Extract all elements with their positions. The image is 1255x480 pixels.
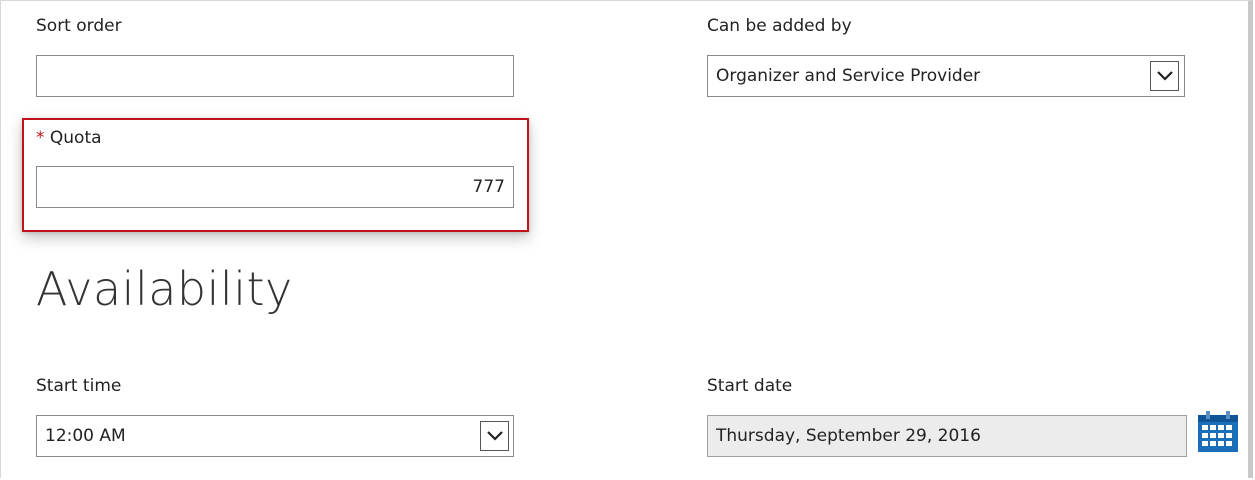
quota-label-text: Quota [49,128,102,148]
start-date-label: Start date [707,376,793,396]
sort-order-input[interactable] [36,55,514,97]
start-time-select[interactable]: 12:00 AM [36,415,514,457]
start-time-dropdown-button[interactable] [480,421,509,451]
required-asterisk: * [36,128,45,148]
quota-input[interactable]: 777 [36,166,514,208]
availability-heading: Availability [36,262,293,316]
start-time-value: 12:00 AM [45,426,126,446]
start-time-label: Start time [36,376,122,396]
can-be-added-by-select[interactable]: Organizer and Service Provider [707,55,1185,97]
start-date-value: Thursday, September 29, 2016 [716,426,981,446]
can-be-added-by-dropdown-button[interactable] [1150,61,1179,91]
chevron-down-icon [1156,71,1173,81]
start-date-field[interactable]: Thursday, September 29, 2016 [707,415,1187,457]
quota-value: 777 [472,177,505,197]
can-be-added-by-value: Organizer and Service Provider [716,66,981,86]
sort-order-label: Sort order [36,16,122,36]
quota-label: * Quota [36,128,102,148]
chevron-down-icon [486,431,503,441]
can-be-added-by-label: Can be added by [707,16,852,36]
calendar-icon[interactable] [1196,410,1240,454]
